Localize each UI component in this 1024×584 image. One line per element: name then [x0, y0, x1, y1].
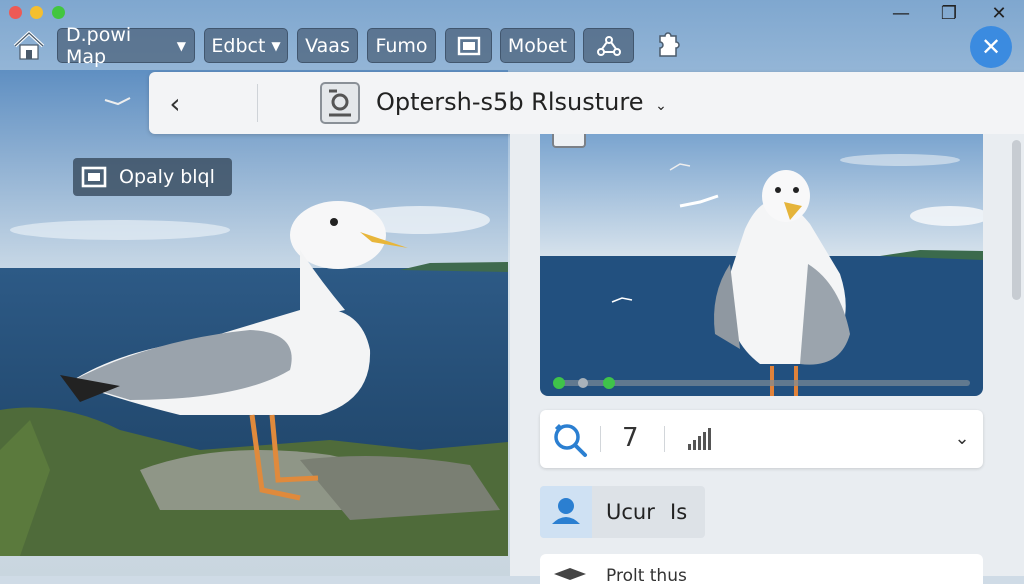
overlay-label[interactable]: Opaly blql — [73, 158, 232, 196]
zoom-traffic-light[interactable] — [52, 6, 65, 19]
maximize-window-button[interactable]: ❐ — [938, 2, 960, 24]
avatar — [540, 486, 592, 538]
stats-bar: 7 ⌄ — [540, 410, 983, 468]
mobet-button[interactable]: Mobet — [500, 28, 575, 63]
chevron-down-icon: ▼ — [271, 38, 281, 53]
signal-icon[interactable] — [686, 426, 712, 452]
network-button[interactable] — [583, 28, 634, 63]
mobet-label: Mobet — [507, 34, 568, 57]
network-icon — [596, 35, 621, 56]
edit-menu-button[interactable]: Edbct ▼ — [204, 28, 288, 63]
minimize-window-button[interactable]: — — [890, 2, 912, 24]
header-divider — [257, 84, 258, 122]
progress-dot-3[interactable] — [603, 377, 615, 389]
user-icon — [552, 498, 580, 524]
bottom-card-text: Prolt thus — [606, 566, 687, 584]
vaas-button[interactable]: Vaas — [297, 28, 358, 63]
close-icon: ✕ — [980, 33, 1002, 61]
progress-dot-2[interactable] — [578, 378, 588, 388]
main-image-view[interactable]: Opaly blql — [0, 70, 508, 556]
camera-icon — [552, 134, 586, 148]
seagull-preview-image — [540, 134, 983, 396]
chevron-down-icon: ⌄ — [655, 98, 667, 114]
layout-icon — [81, 166, 107, 188]
close-panel-button[interactable]: ✕ — [970, 26, 1012, 68]
puzzle-icon[interactable] — [652, 30, 682, 62]
home-icon[interactable] — [12, 30, 46, 62]
search-icon — [554, 423, 587, 457]
photo-preview-card[interactable] — [540, 134, 983, 396]
map-menu-button[interactable]: D.powi Map ▼ — [57, 24, 195, 68]
stat-divider-1 — [600, 426, 601, 452]
bottom-card[interactable]: Prolt thus — [540, 554, 983, 584]
user-chip-suffix: Is — [670, 500, 688, 524]
edit-menu-label: Edbct — [211, 34, 266, 57]
chevron-down-icon: ▼ — [176, 38, 186, 53]
document-icon — [319, 81, 361, 125]
scrollbar[interactable] — [1012, 140, 1021, 300]
progress-dot-1[interactable] — [553, 377, 565, 389]
close-traffic-light[interactable] — [9, 6, 22, 19]
detail-header: ‹ Optersh-s5b Rlsusture ⌄ — [149, 72, 1024, 134]
map-menu-label: D.powi Map — [66, 23, 132, 68]
user-chip-label: Ucur — [606, 500, 655, 524]
page-title[interactable]: Optersh-s5b Rlsusture ⌄ — [376, 88, 667, 116]
seagull-photo — [0, 70, 508, 556]
search-button[interactable] — [550, 420, 590, 458]
back-button[interactable]: ‹ — [161, 86, 189, 120]
layout-icon — [457, 36, 480, 55]
chevron-left-icon: ‹ — [169, 86, 181, 120]
overlay-label-text: Opaly blql — [119, 166, 215, 188]
layout-button[interactable] — [445, 28, 492, 63]
fumo-button[interactable]: Fumo — [367, 28, 436, 63]
stat-value: 7 — [622, 423, 639, 453]
page-title-text: Optersh-s5b Rlsusture — [376, 88, 644, 116]
app-toolbar: D.powi Map ▼ Edbct ▼ Vaas Fumo Mobet — ❐… — [0, 0, 1024, 72]
vaas-label: Vaas — [305, 34, 350, 57]
close-window-button[interactable]: ✕ — [988, 2, 1010, 24]
chevron-down-icon: ⌄ — [954, 427, 970, 449]
expand-button[interactable]: ⌄ — [950, 426, 974, 450]
graduation-cap-icon — [554, 568, 586, 580]
user-chip[interactable]: Ucur Is — [540, 486, 705, 538]
minimize-traffic-light[interactable] — [30, 6, 43, 19]
detail-panel: 7 ⌄ Ucur Is Prolt thus — [510, 134, 1024, 584]
stat-divider-2 — [664, 426, 665, 452]
fumo-label: Fumo — [375, 34, 428, 57]
